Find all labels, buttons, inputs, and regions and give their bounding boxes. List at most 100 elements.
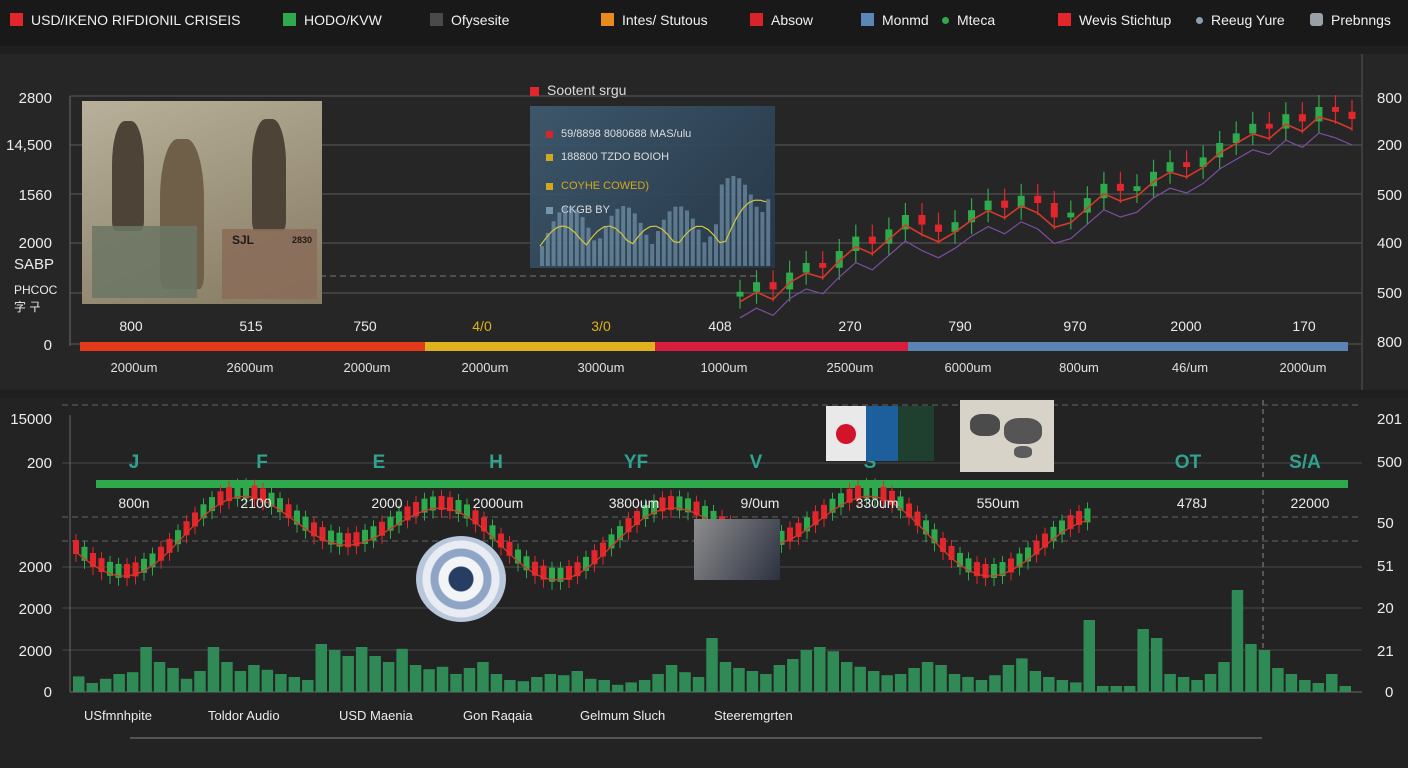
volume-bar [558,675,570,692]
row-label: 9/0um [740,495,780,511]
volume-bar [1339,686,1351,692]
volume-bar [450,674,462,692]
segment-label: 3000um [577,360,625,375]
volume-bar [665,665,678,692]
inset-title-text: Sootent srgu [547,82,627,98]
candle-body [868,236,876,244]
y-tick-right: 50 [1377,515,1394,532]
volume-bar [908,668,920,692]
candle-body [1298,114,1306,122]
y-tick-right: 800 [1377,334,1403,351]
candle-body [934,224,942,232]
row-label: 3800um [608,495,660,511]
volume-bar [396,648,408,692]
segment-label: 2000um [343,360,391,375]
volume-bar [315,644,327,692]
volume-bar [261,669,274,692]
volume-bar [248,665,260,692]
volume-bar [989,675,1001,692]
y-tick-left: 0 [43,337,52,354]
newspaper-photo [694,519,780,580]
volume-bar [153,662,166,692]
volume-bar [841,662,853,692]
volume-bar [207,647,220,692]
y-tick-right: 400 [1377,235,1403,252]
series-letter: E [372,452,386,473]
volume-bar [1285,674,1298,692]
volume-bar [1326,674,1338,692]
segment-label: 2500um [826,360,874,375]
candle-body [1265,123,1273,129]
y-tick-left: 2000 [18,235,52,252]
volume-bar [1029,671,1042,692]
volume-bar [99,678,112,692]
volume-bar [1043,677,1055,692]
segment-bar-part [80,342,425,351]
inset-bar [679,206,684,266]
volume-bar [234,671,247,692]
y-tick-right: 20 [1377,600,1394,617]
inset-bar [673,206,678,266]
volume-bar [1056,680,1069,692]
volume-bar [719,662,732,692]
volume-bar [692,677,705,692]
color-segment-bar [80,342,1348,351]
x-category-label: Gon Raqaia [463,708,533,723]
banknote-image [92,226,197,298]
candle-body [1183,162,1191,167]
volume-bar [773,665,786,692]
y-tick-right: 201 [1377,411,1403,428]
volume-bar [935,665,947,692]
candle-body [753,282,761,292]
volume-bar [1299,680,1311,692]
series-letter: J [128,452,140,473]
volume-bar [463,668,476,692]
side-label: PHCOC [14,283,58,297]
segment-label: 46/um [1171,360,1209,375]
volume-bar [679,672,691,692]
volume-bar [814,647,826,692]
green-band-bar [96,480,1348,488]
y-tick-left: 15000 [10,411,52,428]
segment-label: 800um [1059,360,1099,375]
row-label: 800n [118,495,150,511]
flag-dark-area [898,406,934,461]
green-band [96,480,1348,488]
candle-body [819,263,827,268]
volume-bar [827,651,839,692]
x-category-label: USD Maenia [339,708,413,723]
volume-bar [854,666,866,692]
volume-bar [800,650,813,692]
volume-bar [167,668,179,692]
volume-bar [382,662,395,692]
inset-title-swatch [530,87,539,96]
inset-bar [598,238,602,266]
continent-shape [1014,446,1032,458]
volume-bar [948,674,961,692]
volume-bar [1016,658,1028,692]
volume-bar [706,638,718,692]
x-tick: 970 [1063,318,1087,334]
volume-bar [1097,686,1109,692]
soldier-figure [252,119,286,231]
series-letter: V [749,452,763,473]
x-tick: 4/0 [472,318,492,334]
inset-bar [557,212,562,266]
inset-bar [714,224,718,266]
row-label: 2000um [472,495,524,511]
inset-bar [615,208,620,266]
volume-bar [409,665,422,692]
volume-bars [73,590,1351,692]
volume-bar [180,678,193,692]
x-tick: 270 [838,318,862,334]
inset-bar [551,221,556,266]
x-tick: 170 [1292,318,1316,334]
inset-bar [574,209,579,266]
volume-bar [1164,674,1176,692]
inset-bar [609,215,614,266]
y-tick-left: 0 [43,684,52,701]
volume-bar [1150,638,1163,692]
y-tick-right: 500 [1377,454,1403,471]
continent-shape [970,414,1000,436]
x-tick: 3/0 [591,318,611,334]
